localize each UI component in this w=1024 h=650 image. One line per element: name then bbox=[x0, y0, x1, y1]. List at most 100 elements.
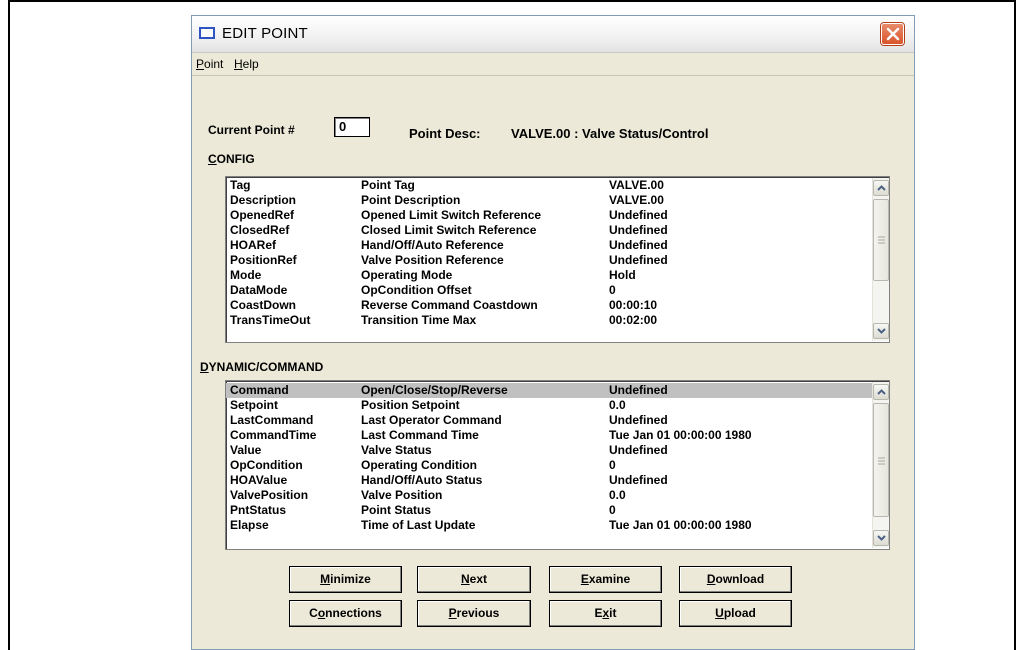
dynamic-list[interactable]: Command Open/Close/Stop/Reverse Undefined S… bbox=[225, 380, 890, 550]
dynamic-row-value: Undefined bbox=[609, 473, 668, 487]
title-bar[interactable]: EDIT POINT bbox=[192, 16, 914, 53]
config-row-value: Undefined bbox=[609, 253, 668, 267]
scroll-grip-icon bbox=[878, 236, 885, 244]
current-point-label: Current Point # bbox=[208, 123, 295, 137]
dynamic-row-desc: Point Status bbox=[361, 503, 432, 517]
dynamic-scrollbar[interactable] bbox=[872, 382, 889, 548]
config-row[interactable]: HOARef Hand/Off/Auto Reference Undefined bbox=[226, 238, 872, 253]
download-button-post: ownload bbox=[715, 572, 765, 586]
examine-button[interactable]: Examine bbox=[549, 566, 662, 593]
edit-point-window: EDIT POINT Point Help Current Point # 0 … bbox=[191, 15, 915, 650]
dynamic-row-value: 0.0 bbox=[609, 488, 626, 502]
connections-button[interactable]: Connections bbox=[289, 600, 402, 627]
config-row[interactable]: ClosedRef Closed Limit Switch Reference Un… bbox=[226, 223, 872, 238]
dynamic-row[interactable]: CommandTime Last Command Time Tue Jan 01 0… bbox=[226, 428, 872, 443]
config-row[interactable]: PositionRef Valve Position Reference Undef… bbox=[226, 253, 872, 268]
dynamic-row-value: Tue Jan 01 00:00:00 1980 bbox=[609, 428, 752, 442]
config-row-desc: Operating Mode bbox=[361, 268, 453, 282]
dynamic-row[interactable]: HOAValue Hand/Off/Auto Status Undefined bbox=[226, 473, 872, 488]
examine-button-post: xamine bbox=[588, 572, 631, 586]
close-button[interactable] bbox=[881, 23, 904, 45]
config-row-value: VALVE.00 bbox=[609, 178, 664, 192]
dynamic-row-desc: Valve Position bbox=[361, 488, 443, 502]
config-scroll-thumb[interactable] bbox=[873, 199, 889, 281]
upload-button-accel: U bbox=[715, 606, 724, 620]
dynamic-row[interactable]: Command Open/Close/Stop/Reverse Undefined bbox=[226, 383, 872, 398]
config-row-desc: Point Tag bbox=[361, 178, 415, 192]
dynamic-row[interactable]: OpCondition Operating Condition 0 bbox=[226, 458, 872, 473]
minimize-button-post: inimize bbox=[330, 572, 371, 586]
config-row-desc: Transition Time Max bbox=[361, 313, 477, 327]
config-row-name: OpenedRef bbox=[230, 208, 295, 222]
menu-point-mnemonic: P bbox=[196, 57, 205, 71]
config-scroll-up[interactable] bbox=[873, 180, 889, 196]
dynamic-row-value: Tue Jan 01 00:00:00 1980 bbox=[609, 518, 752, 532]
dynamic-row[interactable]: PntStatus Point Status 0 bbox=[226, 503, 872, 518]
dynamic-row-desc: Time of Last Update bbox=[361, 518, 476, 532]
dynamic-row[interactable]: Value Valve Status Undefined bbox=[226, 443, 872, 458]
config-row[interactable]: CoastDown Reverse Command Coastdown 00:00:… bbox=[226, 298, 872, 313]
dynamic-row-name: Command bbox=[230, 383, 289, 397]
config-label-mnemonic: C bbox=[208, 152, 217, 166]
config-label-text: ONFIG bbox=[216, 152, 255, 166]
dynamic-row-value: Undefined bbox=[609, 383, 668, 397]
scroll-grip-icon bbox=[878, 457, 885, 465]
config-row-value: 00:02:00 bbox=[609, 313, 658, 327]
config-row-value: Undefined bbox=[609, 208, 668, 222]
upload-button[interactable]: Upload bbox=[679, 600, 792, 627]
close-icon bbox=[886, 27, 900, 41]
menu-help-mnemonic: H bbox=[234, 57, 243, 71]
dynamic-row[interactable]: Setpoint Position Setpoint 0.0 bbox=[226, 398, 872, 413]
dynamic-row[interactable]: LastCommand Last Operator Command Undefine… bbox=[226, 413, 872, 428]
config-row[interactable]: Mode Operating Mode Hold bbox=[226, 268, 872, 283]
config-row[interactable]: DataMode OpCondition Offset 0 bbox=[226, 283, 872, 298]
chevron-up-icon bbox=[877, 185, 886, 191]
config-scrollbar[interactable] bbox=[872, 178, 889, 341]
dynamic-label-mnemonic: D bbox=[200, 360, 209, 374]
dynamic-label-text: YNAMIC/COMMAND bbox=[208, 360, 324, 374]
next-button[interactable]: Next bbox=[417, 566, 531, 593]
point-desc-label: Point Desc: bbox=[409, 126, 481, 141]
chevron-down-icon bbox=[877, 535, 886, 541]
config-row[interactable]: Tag Point Tag VALVE.00 bbox=[226, 178, 872, 193]
config-row-desc: Hand/Off/Auto Reference bbox=[361, 238, 504, 252]
dynamic-scroll-thumb[interactable] bbox=[873, 403, 889, 517]
chevron-up-icon bbox=[877, 389, 886, 395]
current-point-input[interactable]: 0 bbox=[334, 117, 370, 137]
dynamic-row[interactable]: ValvePosition Valve Position 0.0 bbox=[226, 488, 872, 503]
dynamic-row-name: CommandTime bbox=[230, 428, 317, 442]
dynamic-scroll-down[interactable] bbox=[873, 530, 889, 546]
menu-help[interactable]: Help bbox=[234, 57, 259, 71]
dynamic-row-value: Undefined bbox=[609, 443, 668, 457]
dynamic-row-desc: Last Operator Command bbox=[361, 413, 502, 427]
dynamic-row[interactable]: Elapse Time of Last Update Tue Jan 01 00:0… bbox=[226, 518, 872, 533]
previous-button[interactable]: Previous bbox=[417, 600, 531, 627]
config-row[interactable]: Description Point Description VALVE.00 bbox=[226, 193, 872, 208]
config-section-label: CONFIG bbox=[208, 152, 255, 166]
config-row-desc: Valve Position Reference bbox=[361, 253, 504, 267]
config-row-value: Undefined bbox=[609, 223, 668, 237]
exit-button[interactable]: Exit bbox=[549, 600, 662, 627]
chevron-down-icon bbox=[877, 328, 886, 334]
config-scroll-down[interactable] bbox=[873, 323, 889, 339]
minimize-button[interactable]: Minimize bbox=[289, 566, 402, 593]
frame-right-line bbox=[1014, 0, 1016, 650]
config-list[interactable]: Tag Point Tag VALVE.00 Description Point Des… bbox=[225, 176, 890, 343]
menu-point[interactable]: Point bbox=[196, 57, 223, 71]
dynamic-row-value: Undefined bbox=[609, 413, 668, 427]
menu-help-label: elp bbox=[242, 57, 259, 71]
dynamic-scroll-up[interactable] bbox=[873, 384, 889, 400]
next-button-accel: N bbox=[460, 572, 470, 586]
minimize-button-accel: M bbox=[320, 572, 331, 586]
dynamic-row-name: ValvePosition bbox=[230, 488, 309, 502]
config-row-value: VALVE.00 bbox=[609, 193, 664, 207]
upload-button-post: pload bbox=[723, 606, 756, 620]
download-button[interactable]: Download bbox=[679, 566, 792, 593]
config-row-name: ClosedRef bbox=[230, 223, 290, 237]
config-row[interactable]: TransTimeOut Transition Time Max 00:02:00 bbox=[226, 313, 872, 328]
dynamic-row-name: Value bbox=[230, 443, 262, 457]
config-row-desc: Closed Limit Switch Reference bbox=[361, 223, 537, 237]
dynamic-row-name: Setpoint bbox=[230, 398, 278, 412]
config-row[interactable]: OpenedRef Opened Limit Switch Reference Un… bbox=[226, 208, 872, 223]
dynamic-row-desc: Operating Condition bbox=[361, 458, 477, 472]
